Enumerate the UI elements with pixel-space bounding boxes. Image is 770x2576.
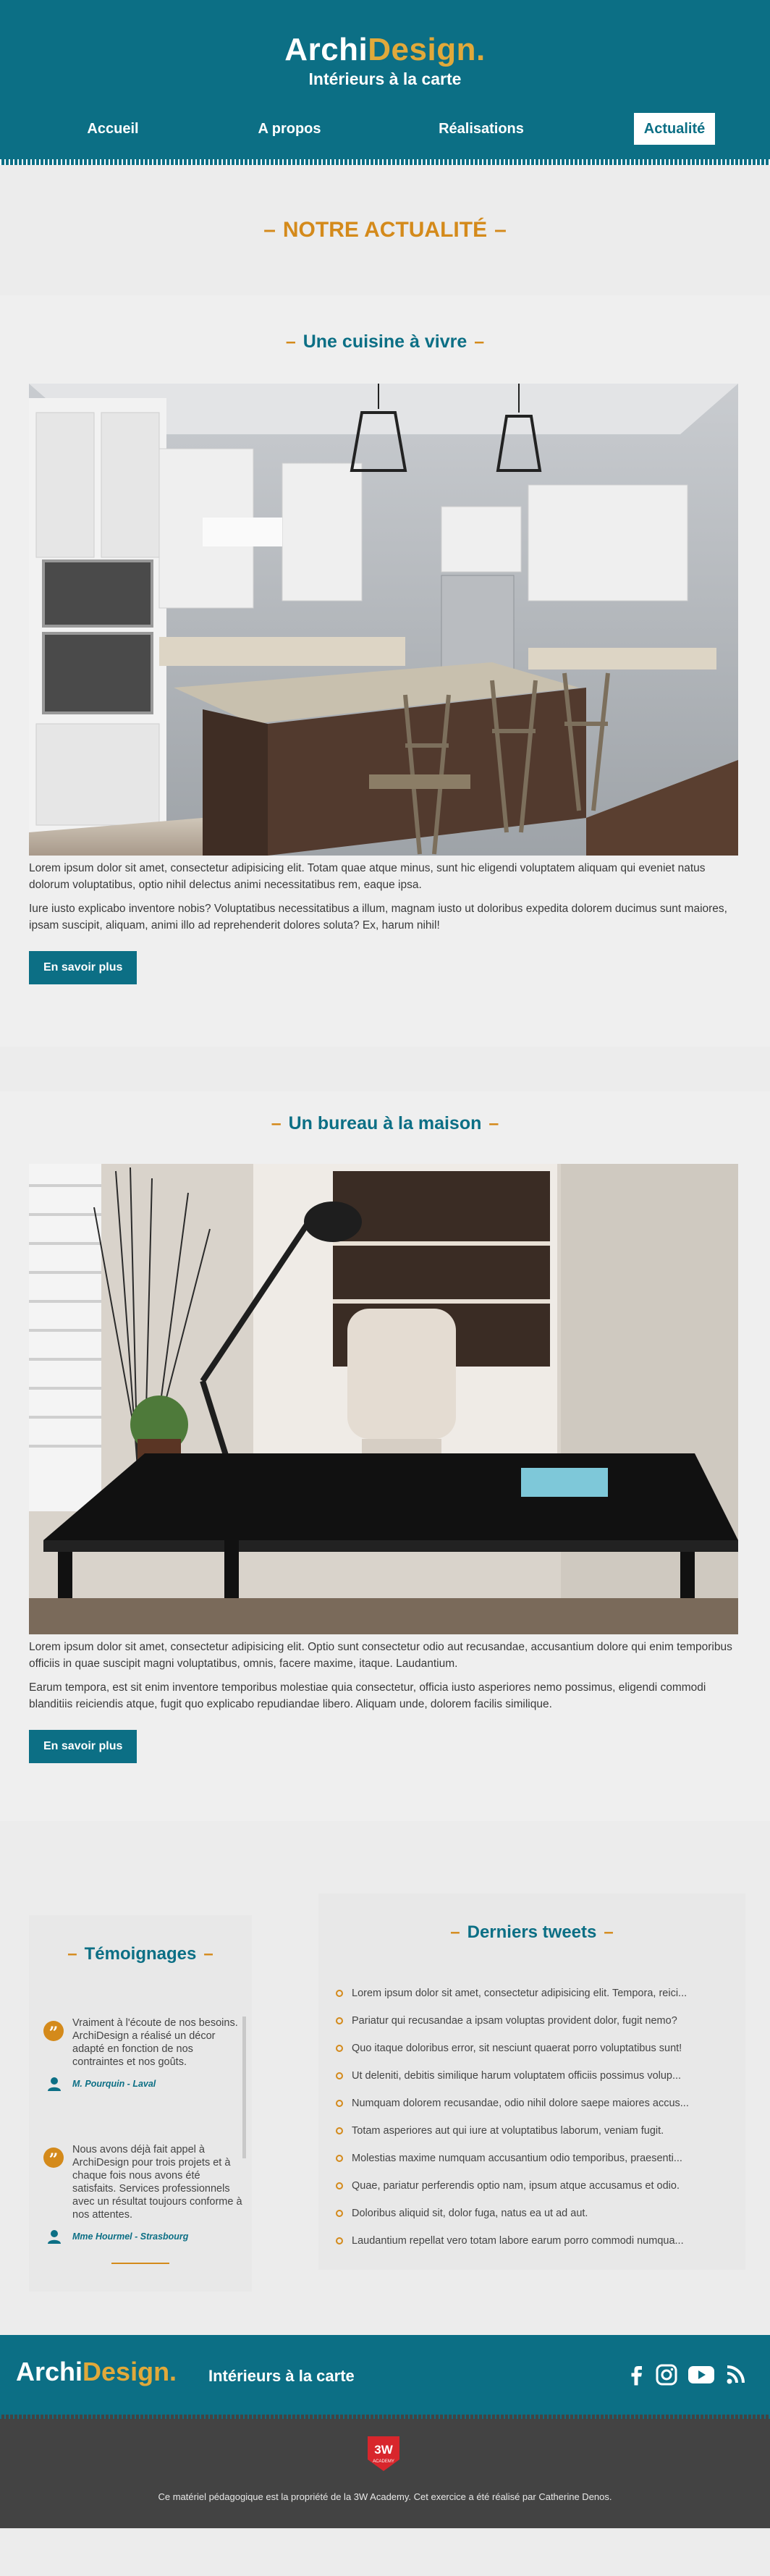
- footer-fringe: [0, 2415, 770, 2419]
- brand-name-part1: Archi: [284, 32, 368, 67]
- page-title-text: NOTRE ACTUALITÉ: [282, 218, 488, 242]
- brand-name-part2: Design.: [368, 32, 486, 67]
- bullet-icon: [336, 2127, 343, 2134]
- testimonial-text: Nous avons déjà fait appel à ArchiDesign…: [72, 2144, 242, 2221]
- svg-text:ACADEMY: ACADEMY: [373, 2459, 394, 2464]
- quote-icon: ”: [43, 2148, 64, 2169]
- tweet-item[interactable]: Numquam dolorem recusandae, odio nihil d…: [334, 2096, 732, 2124]
- tweets-title-text: Derniers tweets: [467, 1922, 597, 1942]
- footer-bottom: 3W ACADEMY Ce matériel pédagogique est l…: [0, 2415, 770, 2528]
- nav-item-a-propos[interactable]: A propos: [246, 113, 333, 145]
- tweet-item[interactable]: Laudantium repellat vero totam labore ea…: [334, 2234, 732, 2261]
- bullet-icon: [336, 1990, 343, 1997]
- tweet-text: Quae, pariatur perferendis optio nam, ip…: [352, 2180, 680, 2192]
- nav-item-accueil[interactable]: Accueil: [69, 113, 156, 145]
- footer-tagline: Intérieurs à la carte: [208, 2367, 355, 2385]
- nav-item-realisations[interactable]: Réalisations: [434, 113, 528, 145]
- 3w-academy-badge[interactable]: 3W ACADEMY: [365, 2435, 402, 2472]
- tweet-item[interactable]: Molestias maxime numquam accusantium odi…: [334, 2151, 732, 2179]
- bullet-icon: [336, 2072, 343, 2079]
- home-office-photo: [29, 1164, 738, 1634]
- tweet-text: Molestias maxime numquam accusantium odi…: [352, 2153, 682, 2164]
- tweet-item[interactable]: Lorem ipsum dolor sit amet, consectetur …: [334, 1986, 732, 2014]
- user-icon: [48, 2077, 61, 2091]
- article-card: – Un bureau à la maison – Lorem ipsum do…: [0, 1091, 770, 1821]
- bullet-icon: [336, 2182, 343, 2189]
- article-card: – Une cuisine à vivre – Lorem ipsum dolo…: [0, 295, 770, 1047]
- article-paragraph: Iure iusto explicabo inventore nobis? Vo…: [29, 903, 727, 932]
- testimonial-author-name: M. Pourquin - Laval: [72, 2079, 156, 2089]
- user-icon: [48, 2230, 61, 2244]
- article-title: – Une cuisine à vivre –: [285, 331, 485, 352]
- tweet-item[interactable]: Pariatur qui recusandae a ipsam voluptas…: [334, 2014, 732, 2041]
- footer-brand-part1: Archi: [16, 2357, 83, 2386]
- site-footer: ArchiDesign. Intérieurs à la carte 3W AC…: [0, 2335, 770, 2528]
- read-more-button[interactable]: En savoir plus: [29, 1730, 138, 1763]
- bullet-icon: [336, 2045, 343, 2052]
- bullet-icon: [336, 2237, 343, 2245]
- tweet-text: Ut deleniti, debitis similique harum vol…: [352, 2070, 682, 2082]
- footer-logo[interactable]: ArchiDesign.: [16, 2357, 177, 2387]
- tweet-text: Laudantium repellat vero totam labore ea…: [352, 2235, 684, 2247]
- tweet-text: Doloribus aliquid sit, dolor fuga, natus…: [352, 2208, 588, 2219]
- footer-top: ArchiDesign. Intérieurs à la carte: [0, 2335, 770, 2415]
- article-paragraph: Lorem ipsum dolor sit amet, consectetur …: [29, 1641, 732, 1670]
- brand-tagline: Intérieurs à la carte: [308, 69, 462, 88]
- testimonial-item: ” Nous avons déjà fait appel à ArchiDesi…: [43, 2143, 246, 2244]
- read-more-button[interactable]: En savoir plus: [29, 951, 138, 984]
- testimonials-divider: [111, 2263, 169, 2264]
- tweet-item[interactable]: Quo itaque doloribus error, sit nesciunt…: [334, 2041, 732, 2069]
- testimonial-text: Vraiment à l'écoute de nos besoins. Arch…: [72, 2017, 238, 2068]
- svg-text:3W: 3W: [374, 2443, 393, 2457]
- testimonial-item: ” Vraiment à l'écoute de nos besoins. Ar…: [43, 2017, 246, 2091]
- youtube-icon[interactable]: [688, 2364, 715, 2386]
- article-title: – Un bureau à la maison –: [271, 1113, 499, 1133]
- rss-icon[interactable]: [724, 2364, 748, 2386]
- quote-icon: ”: [43, 2021, 64, 2043]
- article-title-text: Une cuisine à vivre: [302, 331, 468, 352]
- bullet-icon: [336, 2210, 343, 2217]
- article-title-text: Un bureau à la maison: [288, 1113, 482, 1133]
- bullet-icon: [336, 2155, 343, 2162]
- brand-logo[interactable]: ArchiDesign.: [0, 0, 770, 68]
- nav-item-actualite[interactable]: Actualité: [634, 113, 715, 145]
- footer-brand-part2: Design.: [82, 2357, 177, 2386]
- site-header: ArchiDesign. Intérieurs à la carte Accue…: [0, 0, 770, 165]
- tweet-text: Totam asperiores aut qui iure at volupta…: [352, 2125, 664, 2137]
- facebook-icon[interactable]: [624, 2364, 648, 2386]
- instagram-icon[interactable]: [653, 2364, 678, 2386]
- tweet-list: Lorem ipsum dolor sit amet, consectetur …: [334, 1986, 732, 2261]
- page-title: – NOTRE ACTUALITÉ –: [263, 218, 507, 242]
- tweet-text: Lorem ipsum dolor sit amet, consectetur …: [352, 1988, 688, 1999]
- widgets-section: – Témoignages – ” Vraiment à l'écoute de n…: [0, 1821, 770, 2292]
- testimonials-title-text: Témoignages: [84, 1944, 197, 1964]
- testimonials-title: – Témoignages –: [67, 1944, 213, 1964]
- tweet-text: Quo itaque doloribus error, sit nesciunt…: [352, 2043, 682, 2054]
- article-paragraph: Earum tempora, est sit enim inventore te…: [29, 1681, 706, 1710]
- tweet-item[interactable]: Ut deleniti, debitis similique harum vol…: [334, 2069, 732, 2096]
- testimonials-panel: – Témoignages – ” Vraiment à l'écoute de n…: [29, 1915, 252, 2292]
- kitchen-photo: [29, 384, 738, 856]
- article-paragraph: Lorem ipsum dolor sit amet, consectetur …: [29, 862, 706, 891]
- testimonial-author: Mme Hourmel - Strasbourg: [48, 2230, 246, 2244]
- tweets-panel: – Derniers tweets – Lorem ipsum dolor sit …: [318, 1893, 745, 2270]
- main-nav: Accueil A propos Réalisations Actualité: [0, 113, 770, 145]
- bullet-icon: [336, 2017, 343, 2024]
- tweet-item[interactable]: Quae, pariatur perferendis optio nam, ip…: [334, 2179, 732, 2206]
- header-fringe: [0, 159, 770, 165]
- testimonial-author-name: Mme Hourmel - Strasbourg: [72, 2231, 189, 2242]
- tweet-item[interactable]: Totam asperiores aut qui iure at volupta…: [334, 2124, 732, 2151]
- tweet-item[interactable]: Doloribus aliquid sit, dolor fuga, natus…: [334, 2206, 732, 2234]
- tweet-text: Numquam dolorem recusandae, odio nihil d…: [352, 2098, 689, 2109]
- tweet-text: Pariatur qui recusandae a ipsam voluptas…: [352, 2015, 677, 2027]
- footer-copyright: Ce matériel pédagogique est la propriété…: [158, 2491, 612, 2502]
- bullet-icon: [336, 2100, 343, 2107]
- testimonial-author: M. Pourquin - Laval: [48, 2077, 246, 2091]
- tweets-title: – Derniers tweets –: [450, 1922, 614, 1942]
